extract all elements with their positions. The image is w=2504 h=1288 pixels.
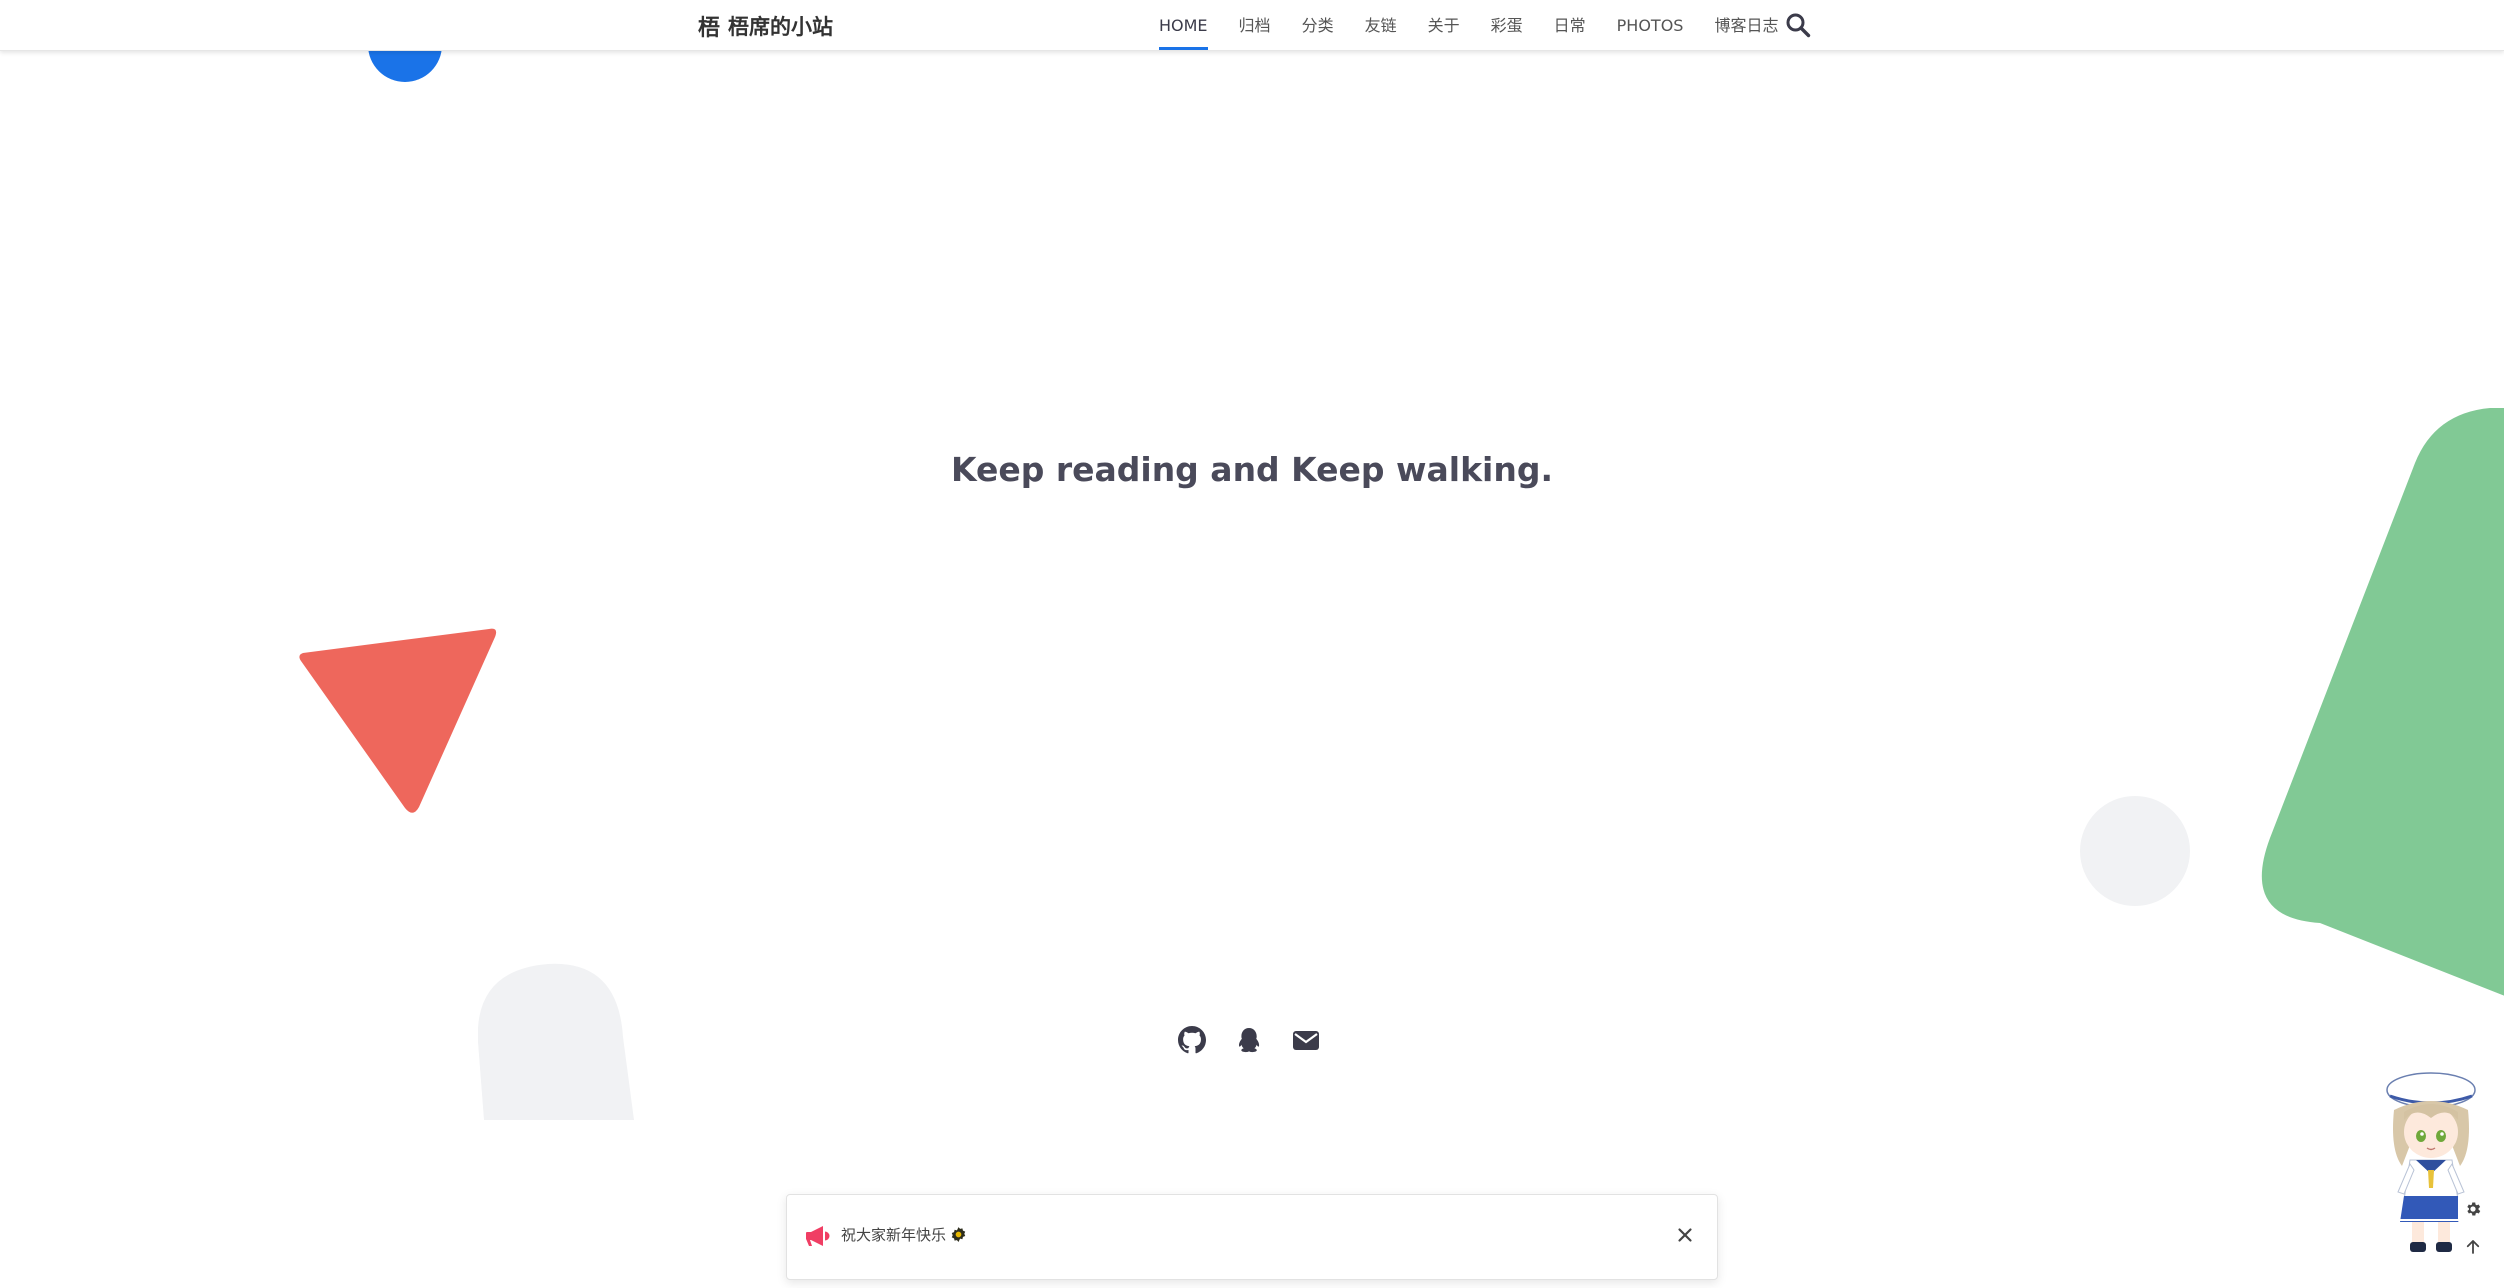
notice-message: 祝大家新年快乐 xyxy=(841,1224,967,1245)
nav-item-about[interactable]: 关于 xyxy=(1428,0,1460,50)
gray-arch-decoration xyxy=(478,963,634,1120)
site-name: 梧席的小站 xyxy=(728,15,834,39)
nav-item-blog-log[interactable]: 博客日志 xyxy=(1714,0,1778,50)
gear-icon xyxy=(2467,1202,2481,1216)
site-brand[interactable]: 梧 梧席的小站 xyxy=(698,12,834,41)
page: 梧 梧席的小站 HOME 归档 分类 友链 关于 彩蛋 日常 PHOTOS 博客… xyxy=(0,0,2504,1288)
megaphone-icon xyxy=(806,1226,830,1246)
search-icon[interactable] xyxy=(1785,12,1811,38)
nav-item-easter-egg[interactable]: 彩蛋 xyxy=(1491,0,1523,50)
settings-button[interactable] xyxy=(2458,1194,2488,1224)
notice-banner: 祝大家新年快乐 xyxy=(786,1194,1718,1280)
nav-item-photos[interactable]: PHOTOS xyxy=(1617,0,1684,50)
mail-icon[interactable] xyxy=(1292,1026,1320,1054)
nav-item-home[interactable]: HOME xyxy=(1159,0,1208,50)
navbar: 梧 梧席的小站 HOME 归档 分类 友链 关于 彩蛋 日常 PHOTOS 博客… xyxy=(0,0,2504,51)
nav-item-friend-links[interactable]: 友链 xyxy=(1365,0,1397,50)
social-links xyxy=(1178,1026,1320,1054)
nav-menu: HOME 归档 分类 友链 关于 彩蛋 日常 PHOTOS 博客日志 xyxy=(1159,0,1809,50)
back-to-top-button[interactable] xyxy=(2458,1232,2488,1262)
gear-icon xyxy=(951,1227,966,1242)
close-icon[interactable] xyxy=(1671,1221,1699,1249)
hero-subtitle: Keep reading and Keep walking. xyxy=(950,450,1554,489)
nav-item-categories[interactable]: 分类 xyxy=(1302,0,1334,50)
github-icon[interactable] xyxy=(1178,1026,1206,1054)
red-triangle-decoration xyxy=(299,628,497,813)
gray-circle-decoration xyxy=(2080,796,2190,906)
green-shape-decoration xyxy=(2261,408,2504,996)
nav-item-daily[interactable]: 日常 xyxy=(1554,0,1586,50)
mascot-character[interactable] xyxy=(2376,1070,2486,1255)
qq-icon[interactable] xyxy=(1235,1026,1263,1054)
site-logo: 梧 xyxy=(698,16,720,41)
notice-text: 祝大家新年快乐 xyxy=(841,1226,947,1244)
nav-item-archive[interactable]: 归档 xyxy=(1239,0,1271,50)
arrow-up-icon xyxy=(2466,1240,2480,1254)
